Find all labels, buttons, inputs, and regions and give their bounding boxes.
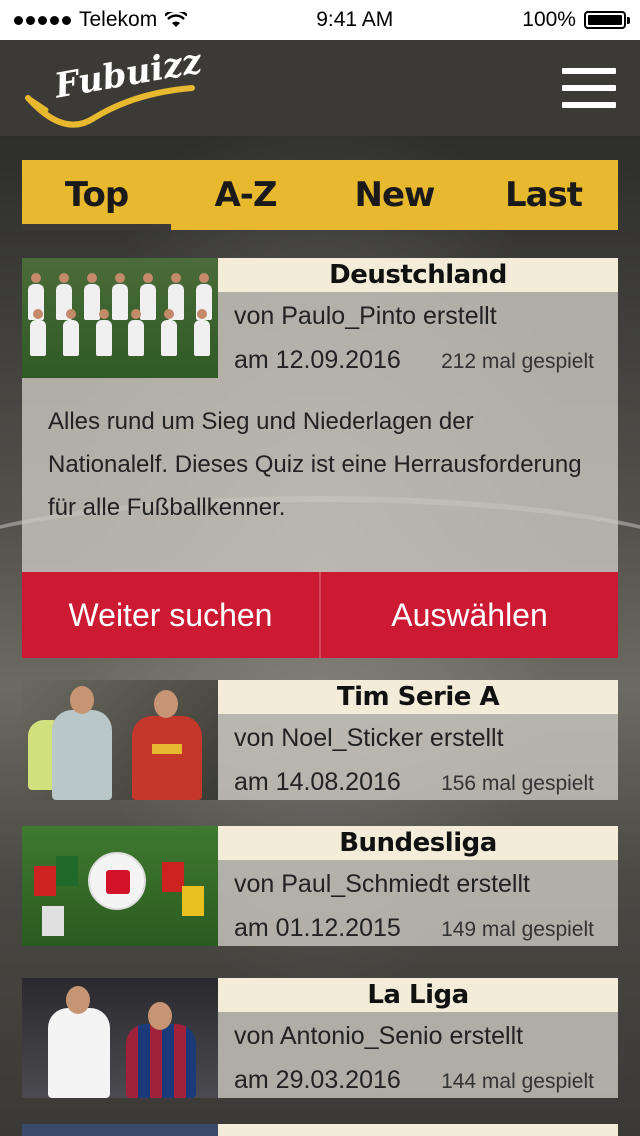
quiz-thumbnail-team-photo bbox=[22, 258, 218, 378]
quiz-card-next[interactable] bbox=[22, 1124, 618, 1136]
quiz-info: Tim Serie A von Noel_Sticker erstellt am… bbox=[218, 680, 618, 800]
quiz-info bbox=[218, 1124, 618, 1136]
tab-last[interactable]: Last bbox=[469, 160, 618, 230]
carrier-name: Telekom bbox=[79, 8, 158, 31]
battery-icon bbox=[583, 11, 630, 29]
quiz-thumbnail-next bbox=[22, 1124, 218, 1136]
tab-top[interactable]: Top bbox=[22, 160, 171, 230]
quiz-play-count: 156 mal gespielt bbox=[441, 772, 594, 795]
quiz-info: Bundesliga von Paul_Schmiedt erstellt am… bbox=[218, 826, 618, 946]
carrier-group: Telekom bbox=[14, 8, 188, 32]
quiz-card-serie-a[interactable]: Tim Serie A von Noel_Sticker erstellt am… bbox=[22, 680, 618, 800]
quiz-date: am 14.08.2016 bbox=[234, 768, 401, 796]
quiz-thumbnail-la-liga bbox=[22, 978, 218, 1098]
signal-strength-icon bbox=[14, 15, 71, 25]
battery-percent: 100% bbox=[522, 8, 576, 31]
quiz-title: La Liga bbox=[218, 978, 618, 1012]
quiz-author: von Paulo_Pinto erstellt bbox=[234, 302, 497, 330]
quiz-thumbnail-serie-a bbox=[22, 680, 218, 800]
quiz-author: von Noel_Sticker erstellt bbox=[234, 724, 504, 752]
wifi-icon bbox=[165, 12, 188, 27]
quiz-author: von Antonio_Senio erstellt bbox=[234, 1022, 524, 1050]
tab-new[interactable]: New bbox=[320, 160, 469, 230]
quiz-description: Alles rund um Sieg und Niederlagen der N… bbox=[22, 378, 618, 572]
hamburger-menu-icon[interactable] bbox=[562, 68, 616, 108]
quiz-play-count: 212 mal gespielt bbox=[441, 350, 594, 373]
tab-a-z[interactable]: A-Z bbox=[171, 160, 320, 230]
quiz-play-count: 144 mal gespielt bbox=[441, 1070, 594, 1093]
select-quiz-button[interactable]: Auswählen bbox=[319, 572, 618, 658]
quiz-date: am 01.12.2015 bbox=[234, 914, 401, 942]
status-bar: Telekom 9:41 AM 100% bbox=[0, 0, 640, 40]
quiz-play-count: 149 mal gespielt bbox=[441, 918, 594, 941]
quiz-card-la-liga[interactable]: La Liga von Antonio_Senio erstellt am 29… bbox=[22, 978, 618, 1098]
app-logo[interactable]: Fubuizz bbox=[24, 41, 205, 128]
quiz-info: Deustchland von Paulo_Pinto erstellt am … bbox=[218, 258, 618, 378]
quiz-title: Bundesliga bbox=[218, 826, 618, 860]
quiz-thumbnail-bundesliga bbox=[22, 826, 218, 946]
app-header: Fubuizz bbox=[0, 40, 640, 136]
sort-tabs: Top A-Z New Last bbox=[22, 160, 618, 230]
quiz-date: am 29.03.2016 bbox=[234, 1066, 401, 1094]
quiz-title bbox=[218, 1124, 618, 1136]
quiz-info: La Liga von Antonio_Senio erstellt am 29… bbox=[218, 978, 618, 1098]
quiz-title: Tim Serie A bbox=[218, 680, 618, 714]
quiz-title: Deustchland bbox=[218, 258, 618, 292]
battery-group: 100% bbox=[522, 8, 630, 32]
quiz-card-deutschland[interactable]: Deustchland von Paulo_Pinto erstellt am … bbox=[22, 258, 618, 378]
quiz-action-bar: Weiter suchen Auswählen bbox=[22, 572, 618, 658]
clock: 9:41 AM bbox=[316, 8, 394, 31]
quiz-author: von Paul_Schmiedt erstellt bbox=[234, 870, 530, 898]
quiz-card-bundesliga[interactable]: Bundesliga von Paul_Schmiedt erstellt am… bbox=[22, 826, 618, 946]
continue-search-button[interactable]: Weiter suchen bbox=[22, 572, 319, 658]
quiz-date: am 12.09.2016 bbox=[234, 346, 401, 374]
